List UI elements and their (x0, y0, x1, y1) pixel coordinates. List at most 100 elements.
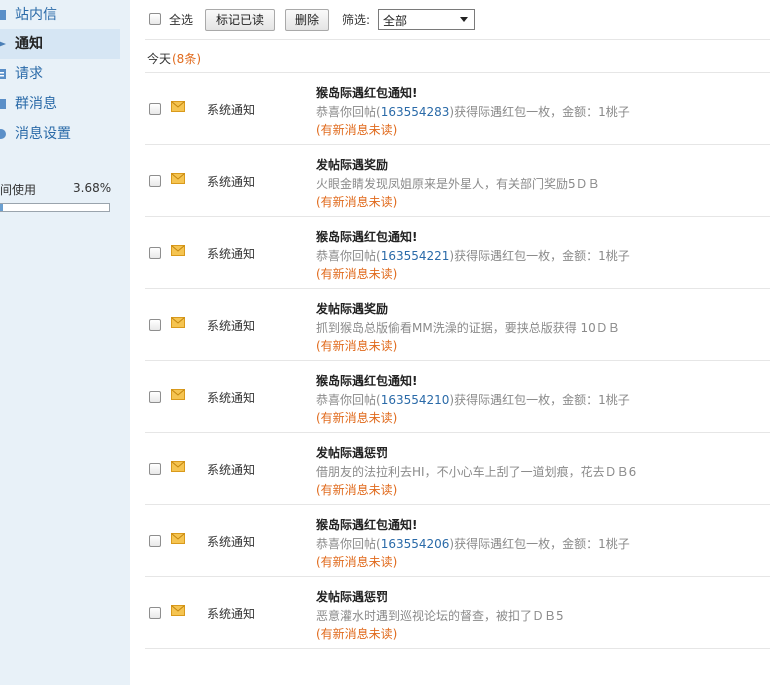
message-title[interactable]: 猴岛际遇红包通知! (316, 228, 417, 245)
message-body-text: 恶意灌水时遇到巡视论坛的督查，被扣了ＤＢ5 (316, 609, 564, 623)
sidebar-item-label: 消息设置 (15, 126, 71, 142)
message-body-text: 恭喜你回帖( (316, 249, 381, 263)
message-title[interactable]: 猴岛际遇红包通知! (316, 516, 417, 533)
message-body-text: 恭喜你回帖( (316, 537, 381, 551)
message-body: 恭喜你回帖(163554206)获得际遇红包一枚，金额：1桃子 (316, 535, 630, 552)
notice-icon (0, 41, 6, 47)
envelope-icon (171, 173, 185, 184)
unread-status: (有新消息未读) (316, 483, 398, 497)
message-checkbox[interactable] (149, 607, 161, 619)
post-link[interactable]: 163554221 (381, 249, 450, 263)
message-type: 系统通知 (207, 391, 256, 405)
storage-percent: 3.68% (73, 181, 112, 195)
message-row[interactable]: 系统通知 发帖际遇惩罚借朋友的法拉利去HI，不小心车上刮了一道划痕，花去ＤＢ6 (有… (145, 433, 770, 505)
select-all-label[interactable]: 全选 (169, 11, 193, 28)
sidebar-item-requests[interactable]: 请求 (0, 59, 120, 89)
message-list: 系统通知 猴岛际遇红包通知! 恭喜你回帖(163554283)获得际遇红包一枚，金额… (145, 73, 770, 649)
message-body: 恶意灌水时遇到巡视论坛的督查，被扣了ＤＢ5 (316, 607, 564, 624)
envelope-icon (171, 605, 185, 616)
message-checkbox[interactable] (149, 175, 161, 187)
unread-status: (有新消息未读) (316, 627, 398, 641)
sidebar-item-group-messages[interactable]: 群消息 (0, 89, 120, 119)
group-count: (8条) (172, 52, 201, 66)
filter-label: 筛选: (342, 13, 371, 27)
storage-progress-bar (0, 203, 110, 212)
unread-status: (有新消息未读) (316, 195, 398, 209)
unread-status: (有新消息未读) (316, 555, 398, 569)
message-type: 系统通知 (207, 463, 256, 477)
envelope-icon (171, 533, 185, 544)
envelope-icon (171, 389, 185, 400)
message-body: 恭喜你回帖(163554283)获得际遇红包一枚，金额：1桃子 (316, 103, 630, 120)
message-body: 抓到猴岛总版偷看MM洗澡的证据，要挟总版获得 10ＤＢ (316, 319, 620, 336)
message-body-text: )获得际遇红包一枚，金额：1桃子 (449, 537, 630, 551)
group-title: 今天 (147, 52, 172, 66)
group-icon (0, 99, 6, 109)
message-row[interactable]: 系统通知 猴岛际遇红包通知! 恭喜你回帖(163554206)获得际遇红包一枚，金额… (145, 505, 770, 577)
message-title[interactable]: 发帖际遇惩罚 (316, 588, 388, 605)
message-title[interactable]: 发帖际遇奖励 (316, 156, 388, 173)
filter-select[interactable]: 全部 (378, 9, 475, 30)
sidebar-item-label: 群消息 (15, 96, 57, 112)
message-body-text: 恭喜你回帖( (316, 393, 381, 407)
message-body-text: )获得际遇红包一枚，金额：1桃子 (449, 105, 630, 119)
select-all-checkbox[interactable] (149, 13, 161, 25)
sidebar: 站内信 通知 请求 群消息 消息设置 间使用 3.68% (0, 0, 130, 685)
unread-status: (有新消息未读) (316, 123, 398, 137)
post-link[interactable]: 163554206 (381, 537, 450, 551)
mail-icon (0, 10, 6, 20)
message-checkbox[interactable] (149, 247, 161, 259)
envelope-icon (171, 317, 185, 328)
message-title[interactable]: 猴岛际遇红包通知! (316, 372, 417, 389)
message-row[interactable]: 系统通知 猴岛际遇红包通知! 恭喜你回帖(163554210)获得际遇红包一枚，金额… (145, 361, 770, 433)
request-icon (0, 69, 6, 79)
message-checkbox[interactable] (149, 391, 161, 403)
sidebar-item-notices[interactable]: 通知 (0, 29, 120, 59)
message-title[interactable]: 发帖际遇奖励 (316, 300, 388, 317)
message-row[interactable]: 系统通知 发帖际遇惩罚恶意灌水时遇到巡视论坛的督查，被扣了ＤＢ5 (有新消息未读) (145, 577, 770, 649)
group-header: 今天 (8条) (145, 41, 770, 73)
storage-progress-fill (0, 204, 4, 211)
message-row[interactable]: 系统通知 猴岛际遇红包通知! 恭喜你回帖(163554283)获得际遇红包一枚，金额… (145, 73, 770, 145)
envelope-icon (171, 245, 185, 256)
message-row[interactable]: 系统通知 发帖际遇奖励抓到猴岛总版偷看MM洗澡的证据，要挟总版获得 10ＤＢ (有新… (145, 289, 770, 361)
sidebar-item-label: 站内信 (15, 7, 57, 23)
post-link[interactable]: 163554210 (381, 393, 450, 407)
message-body-text: 火眼金睛发现凤姐原来是外星人，有关部门奖励5ＤＢ (316, 177, 600, 191)
message-title[interactable]: 发帖际遇惩罚 (316, 444, 388, 461)
storage-label: 间使用 (0, 183, 37, 197)
post-link[interactable]: 163554283 (381, 105, 450, 119)
toolbar: 全选 标记已读 删除 筛选: 全部 (145, 0, 770, 40)
message-checkbox[interactable] (149, 463, 161, 475)
message-checkbox[interactable] (149, 535, 161, 547)
message-checkbox[interactable] (149, 103, 161, 115)
message-row[interactable]: 系统通知 发帖际遇奖励火眼金睛发现凤姐原来是外星人，有关部门奖励5ＤＢ (有新消息未… (145, 145, 770, 217)
mark-read-button[interactable]: 标记已读 (205, 9, 275, 31)
message-body-text: )获得际遇红包一枚，金额：1桃子 (449, 249, 630, 263)
message-type: 系统通知 (207, 607, 256, 621)
message-body: 火眼金睛发现凤姐原来是外星人，有关部门奖励5ＤＢ (316, 175, 600, 192)
message-body-text: )获得际遇红包一枚，金额：1桃子 (449, 393, 630, 407)
filter-selected-value: 全部 (383, 14, 408, 28)
envelope-icon (171, 101, 185, 112)
message-body-text: 恭喜你回帖( (316, 105, 381, 119)
message-title[interactable]: 猴岛际遇红包通知! (316, 84, 417, 101)
message-body: 恭喜你回帖(163554221)获得际遇红包一枚，金额：1桃子 (316, 247, 630, 264)
message-type: 系统通知 (207, 535, 256, 549)
sidebar-item-inbox[interactable]: 站内信 (0, 0, 120, 30)
message-body: 借朋友的法拉利去HI，不小心车上刮了一道划痕，花去ＤＢ6 (316, 463, 636, 480)
message-type: 系统通知 (207, 175, 256, 189)
message-type: 系统通知 (207, 247, 256, 261)
unread-status: (有新消息未读) (316, 411, 398, 425)
envelope-icon (171, 461, 185, 472)
message-type: 系统通知 (207, 319, 256, 333)
delete-button[interactable]: 删除 (285, 9, 329, 31)
message-body-text: 抓到猴岛总版偷看MM洗澡的证据，要挟总版获得 10ＤＢ (316, 321, 620, 335)
chevron-down-icon (460, 17, 468, 22)
message-row[interactable]: 系统通知 猴岛际遇红包通知! 恭喜你回帖(163554221)获得际遇红包一枚，金额… (145, 217, 770, 289)
sidebar-item-message-settings[interactable]: 消息设置 (0, 119, 120, 149)
message-checkbox[interactable] (149, 319, 161, 331)
unread-status: (有新消息未读) (316, 339, 398, 353)
message-body: 恭喜你回帖(163554210)获得际遇红包一枚，金额：1桃子 (316, 391, 630, 408)
settings-icon (0, 129, 6, 139)
